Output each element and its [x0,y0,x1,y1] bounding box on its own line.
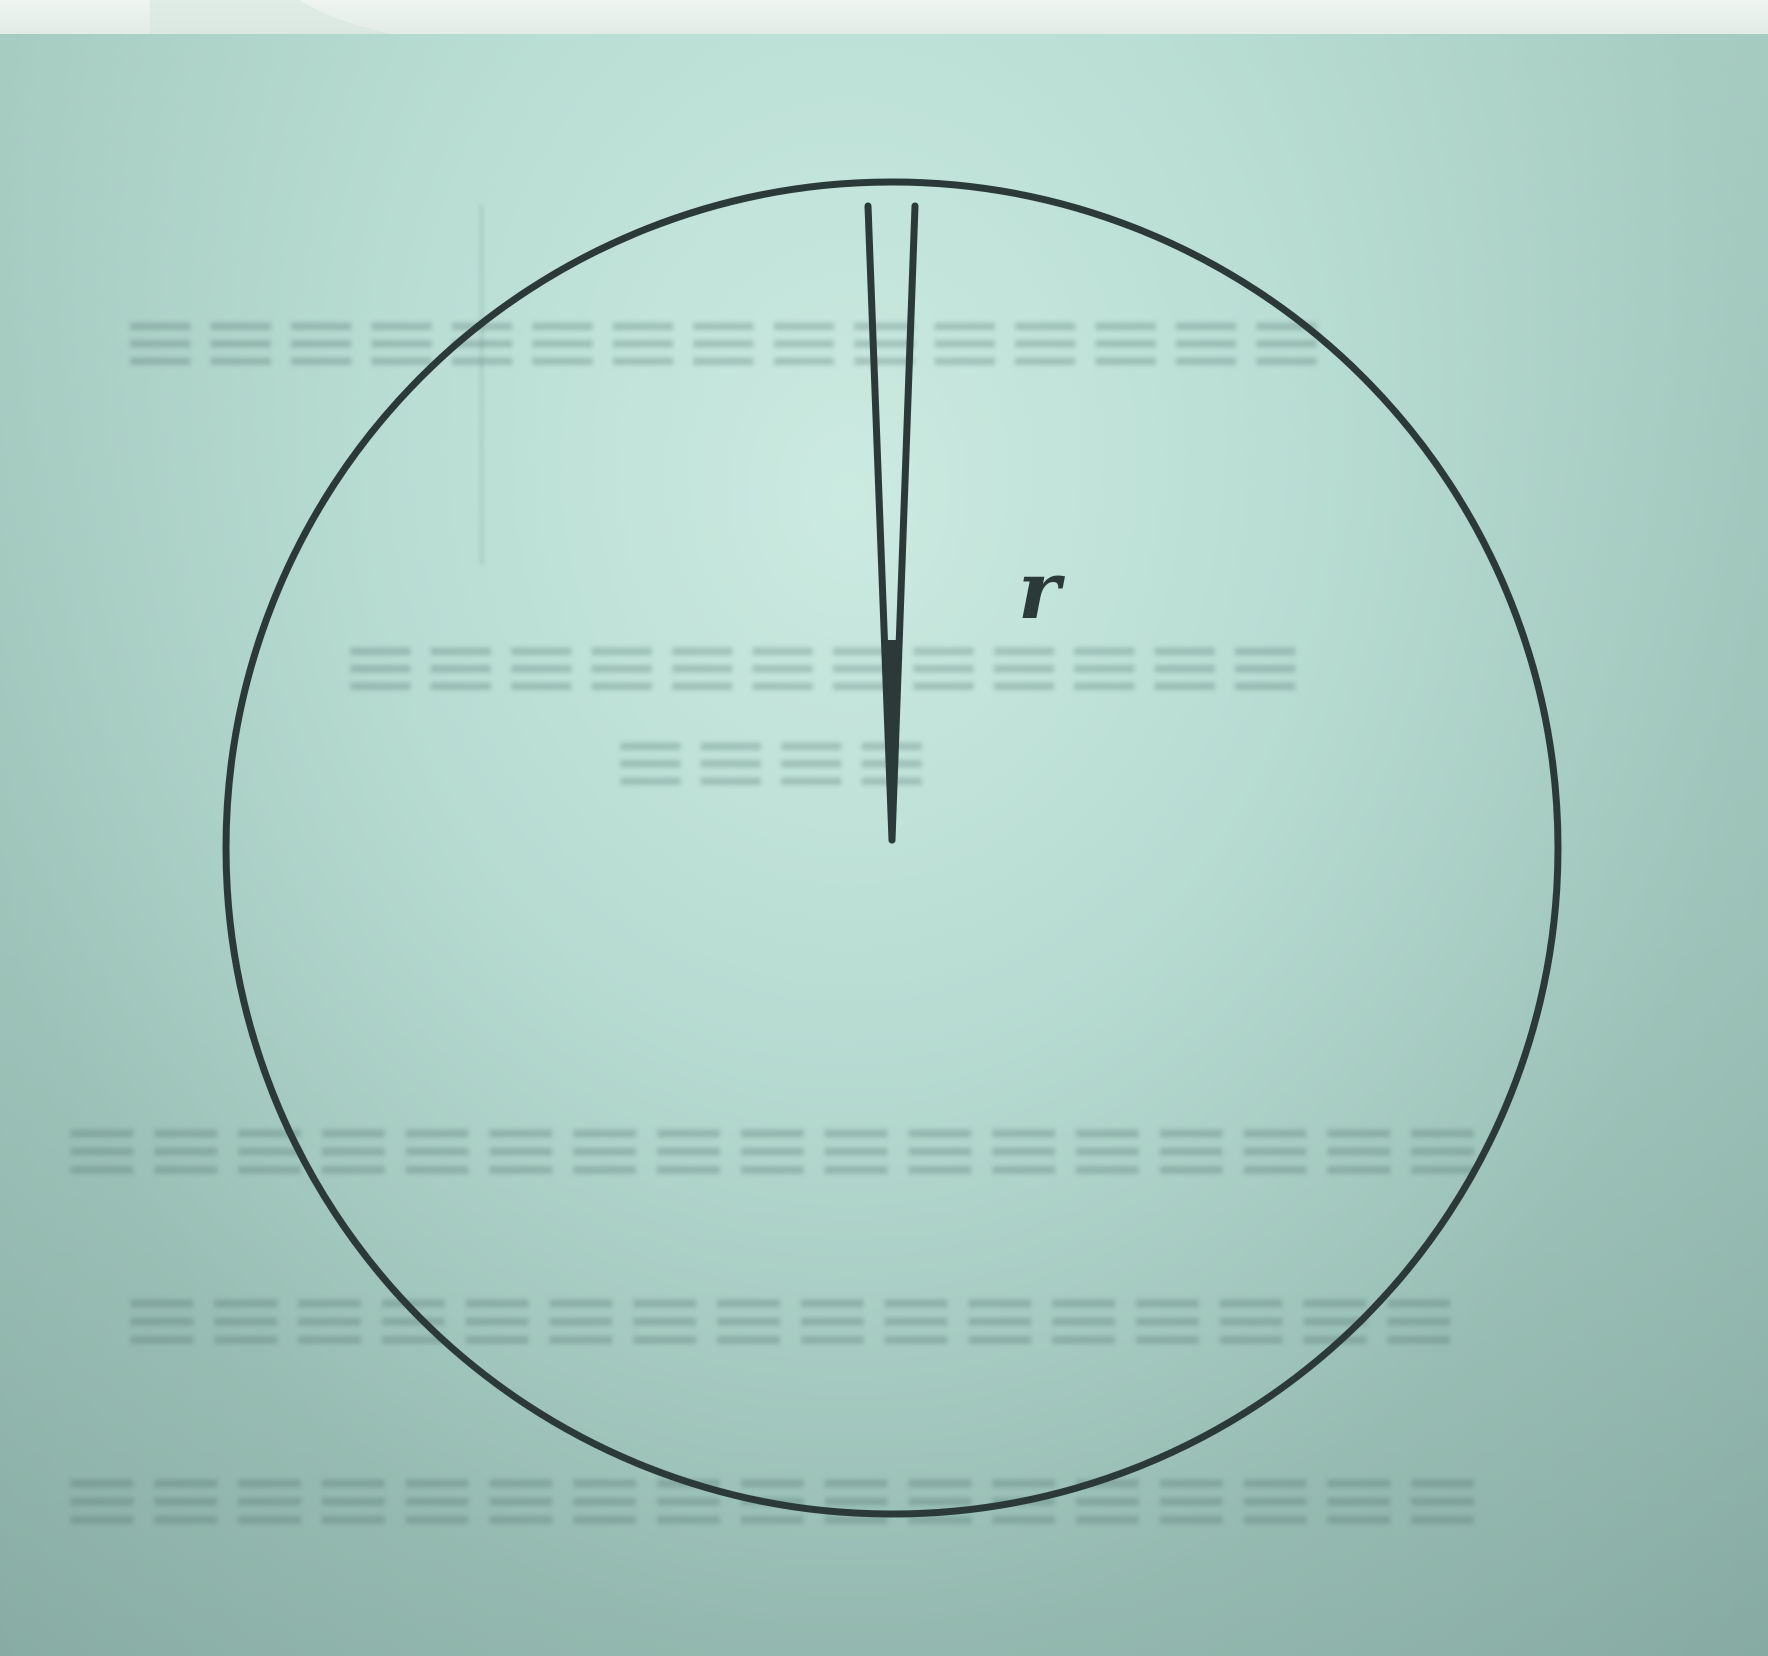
circle-diagram: r [222,178,1562,1518]
photo-stage: ≡≡≡≡≡≡≡≡≡≡≡≡≡≡≡ ≡≡≡≡≡≡≡≡≡≡≡≡ ≡≡≡≡ ≡≡≡≡≡≡… [0,0,1768,1656]
radius-label: r [1018,543,1065,637]
circle-outline [222,178,1562,1518]
